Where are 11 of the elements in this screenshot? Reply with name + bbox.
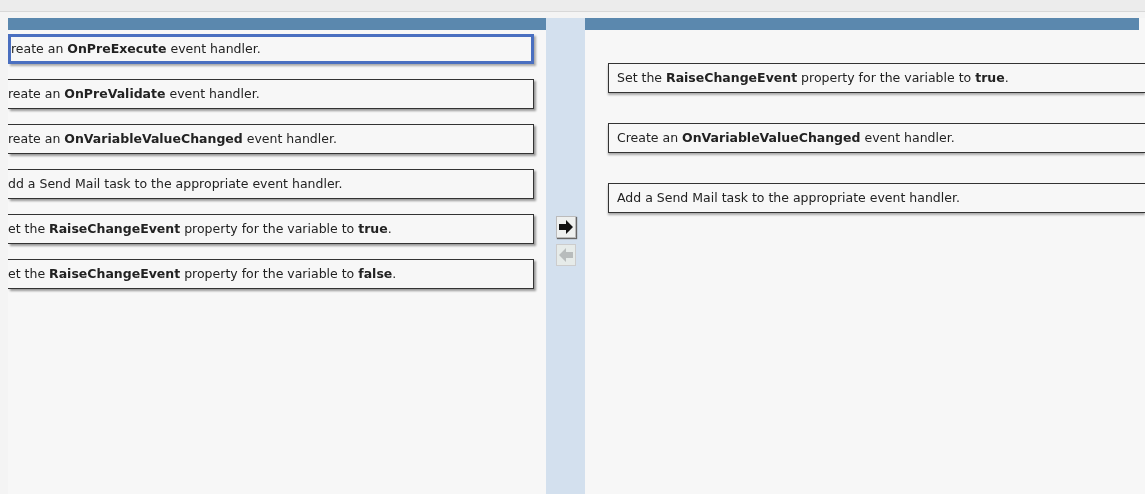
answer-option[interactable]: reate an OnVariableValueChanged event handler. <box>8 124 534 154</box>
answer-option[interactable]: Add a Send Mail task to the appropriate event handler. <box>608 183 1145 213</box>
answer-option[interactable]: Create an OnVariableValueChanged event handler. <box>608 123 1145 153</box>
answer-option[interactable]: dd a Send Mail task to the appropriate event handler. <box>8 169 534 199</box>
arrow-icon <box>556 218 575 236</box>
answer-option[interactable]: et the RaiseChangeEvent property for the variable to true. <box>8 214 534 244</box>
answer-option[interactable]: et the RaiseChangeEvent property for the variable to false. <box>8 259 534 289</box>
answer-option[interactable]: reate an OnPreValidate event handler. <box>8 79 534 109</box>
answer-option[interactable]: Set the RaiseChangeEvent property for the variable to true. <box>608 63 1145 93</box>
answer-option[interactable]: reate an OnPreExecute event handler. <box>8 34 534 64</box>
move-button[interactable] <box>555 216 576 238</box>
